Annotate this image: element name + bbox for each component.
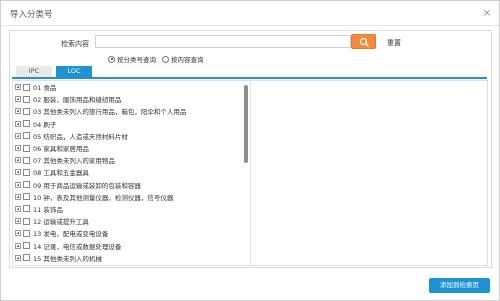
radio-by-classification[interactable]: 按分类号查询 — [108, 54, 156, 64]
tree-item-checkbox[interactable] — [23, 83, 30, 91]
tree-item-label: 06 家具和家居用品 — [33, 145, 89, 154]
tree-item[interactable]: 11 装饰品 — [13, 203, 250, 215]
expand-icon[interactable] — [15, 205, 21, 212]
expand-icon[interactable] — [15, 96, 21, 103]
tree-item[interactable]: 07 其他类未列入的家用物品 — [13, 154, 250, 166]
tree-item-label: 03 其他类未列入的旅行用品，箱包，阳伞和个人用品 — [33, 108, 187, 117]
tree-item-label: 14 记录，电信或数据处理设备 — [33, 242, 122, 251]
classification-tabs: IPC LOC — [12, 65, 487, 79]
tree-list: 01 食品 02 服装，服饰用品和缝纫用品 03 其他类未列入的旅行用品，箱包，阳伞… — [13, 81, 250, 264]
expand-icon[interactable] — [15, 181, 21, 188]
reset-link[interactable]: 重置 — [387, 38, 401, 48]
tree-item[interactable]: 04 刷子 — [13, 118, 250, 130]
expand-icon[interactable] — [15, 157, 21, 164]
search-label: 检索内容 — [61, 40, 89, 48]
tree-item-label: 07 其他类未列入的家用物品 — [33, 157, 115, 166]
expand-icon[interactable] — [15, 230, 21, 237]
tree-item[interactable]: 02 服装，服饰用品和缝纫用品 — [13, 93, 250, 105]
expand-icon[interactable] — [15, 193, 21, 200]
tree-item[interactable]: 14 记录，电信或数据处理设备 — [13, 239, 250, 251]
tree-item-label: 02 服装，服饰用品和缝纫用品 — [33, 96, 122, 105]
tree-item-checkbox[interactable] — [23, 193, 30, 201]
expand-icon[interactable] — [15, 132, 21, 139]
tree-item-checkbox[interactable] — [23, 144, 30, 152]
tree-item-checkbox[interactable] — [23, 181, 30, 189]
tree-item-label: 01 食品 — [33, 84, 57, 93]
expand-icon[interactable] — [15, 242, 21, 249]
selected-items-pane — [251, 80, 488, 266]
expand-icon[interactable] — [15, 169, 21, 176]
tree-item[interactable]: 03 其他类未列入的旅行用品，箱包，阳伞和个人用品 — [13, 105, 250, 117]
radio-label: 按分类号查询 — [117, 56, 156, 64]
tree-item-label: 10 钟，表及其他测量仪器，检测仪器，信号仪器 — [33, 193, 174, 202]
tree-item[interactable]: 15 其他类未列入的机械 — [13, 252, 250, 264]
expand-icon[interactable] — [15, 218, 21, 225]
tab-ipc[interactable]: IPC — [16, 66, 52, 77]
tree-item-checkbox[interactable] — [23, 120, 30, 128]
search-panel: 检索内容 重置 按分类号查询 按内容查询 IPC LOC 01 食品 02 服装，… — [9, 30, 492, 268]
tree-item-label: 09 用于商品运输或装卸的包装和容器 — [33, 181, 141, 190]
radio-by-content[interactable]: 按内容查询 — [162, 54, 204, 64]
tree-item[interactable]: 06 家具和家居用品 — [13, 142, 250, 154]
radio-label: 按内容查询 — [171, 56, 204, 64]
tree-item-checkbox[interactable] — [23, 242, 30, 250]
import-classification-dialog: 导入分类号 × 检索内容 重置 按分类号查询 按内容查询 IPC LOC 01 … — [0, 0, 500, 301]
tree-item[interactable]: 05 纺织品，人造或天然材料片材 — [13, 130, 250, 142]
search-input[interactable] — [95, 35, 351, 48]
tree-item-checkbox[interactable] — [23, 168, 30, 176]
dialog-title: 导入分类号 — [10, 10, 53, 20]
tab-loc[interactable]: LOC — [56, 66, 92, 77]
tree-item-checkbox[interactable] — [23, 132, 30, 140]
tree-item[interactable]: 10 钟，表及其他测量仪器，检测仪器，信号仪器 — [13, 191, 250, 203]
tree-item-label: 11 装饰品 — [33, 205, 63, 214]
close-icon[interactable]: × — [481, 7, 493, 19]
radio-dot[interactable] — [162, 55, 169, 63]
tree-item[interactable]: 08 工具和五金器具 — [13, 166, 250, 178]
tree-item-label: 13 发电，配电或变电设备 — [33, 230, 109, 239]
expand-icon[interactable] — [15, 108, 21, 115]
add-to-search-button[interactable]: 添加到检索页 — [429, 278, 490, 293]
tree-item[interactable]: 09 用于商品运输或装卸的包装和容器 — [13, 179, 250, 191]
tree-item[interactable]: 12 运输或提升工具 — [13, 215, 250, 227]
tree-item[interactable]: 13 发电，配电或变电设备 — [13, 227, 250, 239]
query-mode-radio-group: 按分类号查询 按内容查询 — [108, 54, 210, 64]
tree-item-checkbox[interactable] — [23, 156, 30, 164]
tree-item-checkbox[interactable] — [23, 107, 30, 115]
tree-item-checkbox[interactable] — [23, 217, 30, 225]
expand-icon[interactable] — [15, 145, 21, 152]
tree-item-label: 08 工具和五金器具 — [33, 169, 89, 178]
dialog-titlebar: 导入分类号 × — [1, 1, 499, 26]
tree-item-checkbox[interactable] — [23, 254, 30, 262]
tree-scrollbar[interactable] — [244, 83, 248, 265]
tree-item-label: 04 刷子 — [33, 120, 57, 129]
search-icon — [359, 37, 369, 47]
radio-dot-selected[interactable] — [108, 55, 115, 63]
tree-item-checkbox[interactable] — [23, 229, 30, 237]
tree-item-checkbox[interactable] — [23, 205, 30, 213]
classification-tree: 01 食品 02 服装，服饰用品和缝纫用品 03 其他类未列入的旅行用品，箱包，阳伞… — [12, 80, 251, 266]
tree-scroll-thumb[interactable] — [244, 85, 248, 163]
expand-icon[interactable] — [15, 254, 21, 261]
tree-item-label: 12 运输或提升工具 — [33, 218, 89, 227]
expand-icon[interactable] — [15, 84, 21, 91]
expand-icon[interactable] — [15, 120, 21, 127]
tree-item-checkbox[interactable] — [23, 95, 30, 103]
tree-item[interactable]: 01 食品 — [13, 81, 250, 93]
search-button[interactable] — [351, 34, 376, 49]
tree-item-label: 05 纺织品，人造或天然材料片材 — [33, 132, 128, 141]
tree-item-label: 15 其他类未列入的机械 — [33, 254, 102, 263]
